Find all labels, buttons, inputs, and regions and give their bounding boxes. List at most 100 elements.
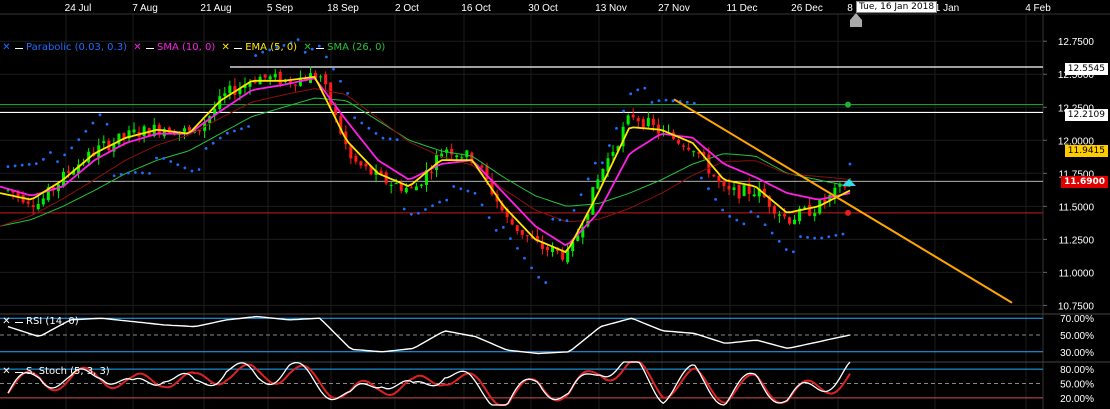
parabolic-dot bbox=[551, 217, 555, 221]
parabolic-dot bbox=[339, 79, 342, 83]
green-level-dot bbox=[845, 101, 851, 108]
rsi-tick-label: 70.00% bbox=[1060, 314, 1094, 325]
close-icon[interactable]: ✕ bbox=[2, 367, 11, 377]
close-icon[interactable]: ✕ bbox=[133, 43, 142, 53]
parabolic-dot bbox=[346, 91, 350, 95]
parabolic-dot bbox=[155, 156, 158, 160]
minimize-icon[interactable] bbox=[15, 47, 23, 49]
parabolic-dot bbox=[34, 162, 38, 166]
candle-up bbox=[793, 219, 797, 225]
parabolic-dot bbox=[494, 229, 498, 232]
candle-down bbox=[687, 147, 691, 150]
date-tick-label: 26 Dec bbox=[791, 3, 823, 14]
up-arrow-icon bbox=[842, 179, 856, 186]
parabolic-dot bbox=[629, 92, 633, 96]
parabolic-dot bbox=[806, 235, 809, 239]
minimize-icon[interactable] bbox=[145, 47, 154, 49]
parabolic-dot bbox=[247, 125, 250, 128]
parabolic-dot bbox=[91, 121, 95, 125]
parabolic-dot bbox=[593, 161, 597, 165]
legend-parabolic[interactable]: ✕ Parabolic (0.03, 0.3) bbox=[2, 42, 127, 53]
candle-up bbox=[273, 73, 277, 78]
candle-down bbox=[480, 165, 484, 168]
parabolic-dot bbox=[501, 225, 505, 229]
candle-up bbox=[455, 155, 459, 158]
candle-down bbox=[787, 217, 791, 224]
parabolic-dot bbox=[431, 204, 434, 208]
parabolic-dot bbox=[735, 218, 739, 222]
candle-down bbox=[515, 225, 519, 232]
legend-sma26-label: SMA (26, 0) bbox=[327, 42, 386, 53]
parabolic-dot bbox=[77, 138, 81, 141]
candle-up bbox=[596, 179, 600, 189]
chart-canvas[interactable]: 24 Jul 7 Aug 21 Aug 5 Sep 18 Sep 2 Oct 16 Oct 3… bbox=[0, 0, 1110, 409]
close-icon[interactable]: ✕ bbox=[2, 317, 11, 327]
legend-sma10-label: SMA (10, 0) bbox=[156, 42, 216, 53]
parabolic-dot bbox=[622, 109, 625, 113]
parabolic-dot bbox=[572, 208, 576, 212]
parabolic-dot bbox=[240, 127, 243, 131]
date-tooltip: Tue, 16 Jan 2018 bbox=[856, 1, 938, 13]
parabolic-dot bbox=[148, 171, 151, 175]
parabolic-dot bbox=[615, 126, 618, 130]
parabolic-dot bbox=[827, 235, 831, 239]
rsi-tick-label: 50.00% bbox=[1060, 331, 1094, 342]
price-tick-label: 11.0000 bbox=[1059, 268, 1095, 279]
candle-down bbox=[682, 145, 686, 147]
candle-up bbox=[813, 213, 817, 217]
candle-down bbox=[31, 205, 35, 208]
ema5-line bbox=[0, 75, 851, 254]
parabolic-dot bbox=[183, 166, 187, 170]
minimize-icon[interactable] bbox=[15, 321, 23, 323]
candle-down bbox=[409, 187, 413, 189]
legend-ema5[interactable]: ✕ EMA (5, 0) bbox=[221, 42, 298, 53]
date-tick-label: 2 Oct bbox=[395, 3, 419, 14]
parabolic-dot bbox=[367, 126, 371, 130]
date-tick-label: 27 Nov bbox=[658, 3, 690, 14]
parabolic-dot bbox=[459, 187, 463, 191]
parabolic-dot bbox=[664, 98, 668, 102]
candle-down bbox=[651, 118, 655, 125]
candle-up bbox=[460, 157, 464, 159]
minimize-icon[interactable] bbox=[234, 47, 243, 49]
candle-up bbox=[465, 150, 469, 158]
close-icon[interactable]: ✕ bbox=[221, 43, 230, 53]
parabolic-dot bbox=[254, 54, 258, 57]
candle-down bbox=[808, 204, 812, 216]
price-tick-label: 10.7500 bbox=[1058, 301, 1095, 312]
legend-sma26[interactable]: ✕ SMA (26, 0) bbox=[303, 42, 385, 53]
candle-up bbox=[626, 115, 630, 125]
legend-ema5-label: EMA (5, 0) bbox=[245, 42, 298, 53]
close-icon[interactable]: ✕ bbox=[2, 43, 11, 53]
parabolic-dot bbox=[707, 187, 710, 191]
candle-down bbox=[188, 127, 192, 131]
candle-up bbox=[182, 128, 186, 132]
candle-down bbox=[520, 229, 524, 235]
price-label-resistance: 12.2109 bbox=[1064, 109, 1108, 121]
parabolic-dot bbox=[126, 171, 130, 175]
parabolic-dot bbox=[141, 171, 144, 175]
stoch-label: S. Stoch (5, 3, 3) bbox=[26, 366, 110, 377]
minimize-icon[interactable] bbox=[316, 47, 325, 49]
candle-down bbox=[324, 74, 328, 85]
date-tick-label: 16 Oct bbox=[461, 3, 491, 14]
candle-down bbox=[253, 81, 257, 83]
parabolic-dot bbox=[508, 237, 512, 241]
rsi-panel: 70.00% 50.00% 30.00% bbox=[0, 313, 1110, 359]
candle-up bbox=[742, 185, 746, 196]
candle-down bbox=[641, 118, 645, 128]
parabolic-dot bbox=[565, 219, 569, 223]
minimize-icon[interactable] bbox=[15, 371, 23, 373]
parabolic-dot bbox=[530, 266, 533, 270]
legend-parabolic-label: Parabolic (0.03, 0.3) bbox=[26, 42, 127, 53]
date-tick-label: 24 Jul bbox=[65, 3, 92, 14]
close-icon[interactable]: ✕ bbox=[303, 43, 312, 53]
parabolic-dot bbox=[162, 157, 166, 160]
legend-sma10[interactable]: ✕ SMA (10, 0) bbox=[133, 42, 215, 53]
parabolic-dot bbox=[112, 174, 116, 178]
parabolic-dot bbox=[466, 189, 470, 193]
candle-down bbox=[677, 139, 681, 144]
parabolic-dot bbox=[218, 136, 222, 140]
candle-down bbox=[843, 186, 847, 188]
horizontal-levels[interactable] bbox=[0, 66, 1043, 216]
